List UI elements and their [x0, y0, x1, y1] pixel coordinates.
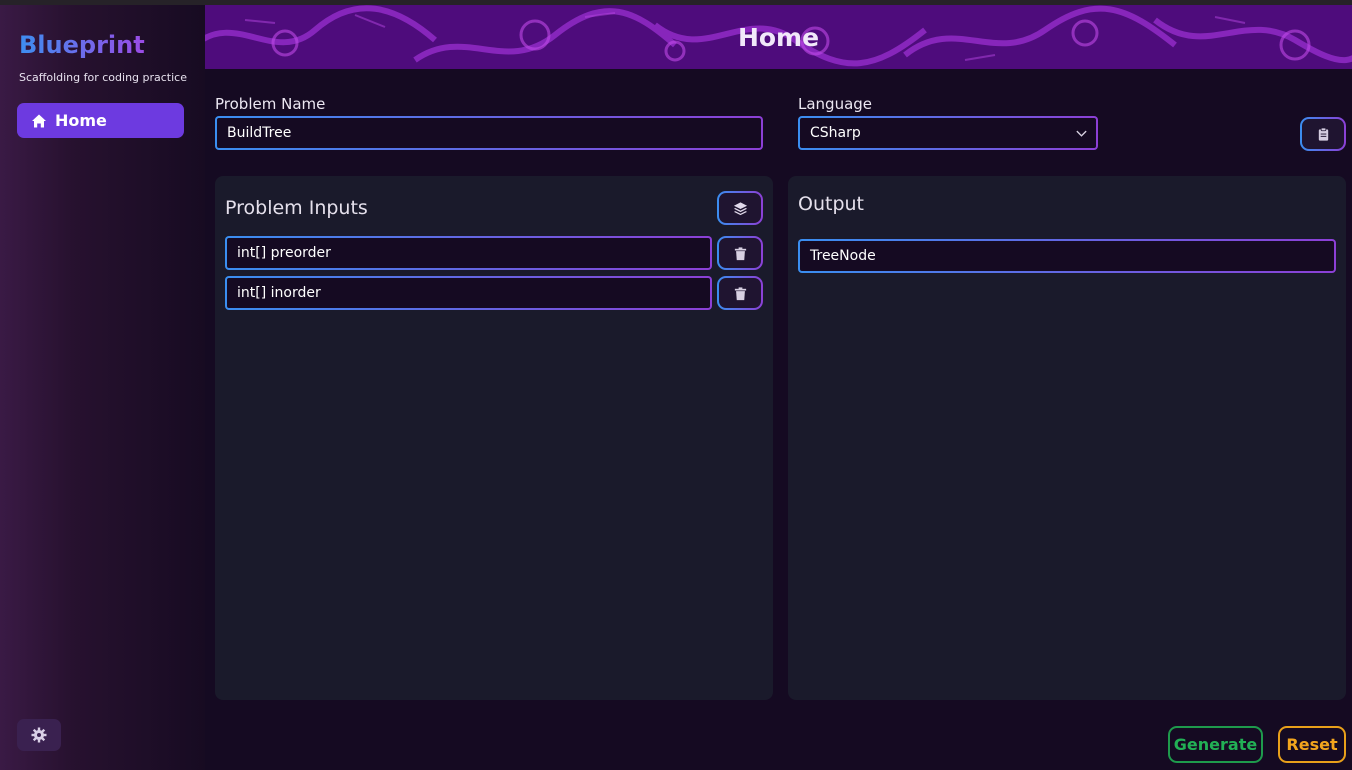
problem-name-input[interactable]: BuildTree	[215, 116, 763, 150]
input-field-1[interactable]: int[] inorder	[225, 276, 712, 310]
sidebar: Blueprint Scaffolding for coding practic…	[0, 5, 205, 770]
problem-name-value: BuildTree	[227, 125, 292, 141]
sidebar-item-label: Home	[55, 111, 107, 130]
delete-input-button-1[interactable]	[717, 276, 763, 310]
language-value: CSharp	[810, 125, 861, 141]
output-type-value: TreeNode	[810, 248, 876, 264]
input-field-0[interactable]: int[] preorder	[225, 236, 712, 270]
layers-icon	[733, 201, 748, 216]
gear-icon	[31, 727, 47, 743]
page-title: Home	[737, 22, 820, 52]
output-type-input[interactable]: TreeNode	[798, 239, 1336, 273]
language-select[interactable]: CSharp	[798, 116, 1098, 150]
brand-title: Blueprint	[19, 31, 145, 59]
input-field-value: int[] preorder	[237, 245, 331, 261]
problem-name-label: Problem Name	[215, 95, 326, 113]
copy-button[interactable]	[1300, 117, 1346, 151]
header-banner: Home	[205, 5, 1352, 69]
trash-icon	[733, 286, 748, 301]
brand-tagline: Scaffolding for coding practice	[19, 71, 187, 84]
input-field-value: int[] inorder	[237, 285, 321, 301]
sidebar-item-home[interactable]: Home	[17, 103, 184, 138]
language-label: Language	[798, 95, 873, 113]
add-input-button[interactable]	[717, 191, 763, 225]
settings-button[interactable]	[17, 719, 61, 751]
delete-input-button-0[interactable]	[717, 236, 763, 270]
generate-button[interactable]: Generate	[1168, 726, 1263, 763]
clipboard-icon	[1316, 127, 1331, 142]
output-title: Output	[798, 193, 864, 215]
trash-icon	[733, 246, 748, 261]
reset-button[interactable]: Reset	[1278, 726, 1346, 763]
home-icon	[31, 113, 47, 129]
problem-inputs-title: Problem Inputs	[225, 197, 368, 219]
